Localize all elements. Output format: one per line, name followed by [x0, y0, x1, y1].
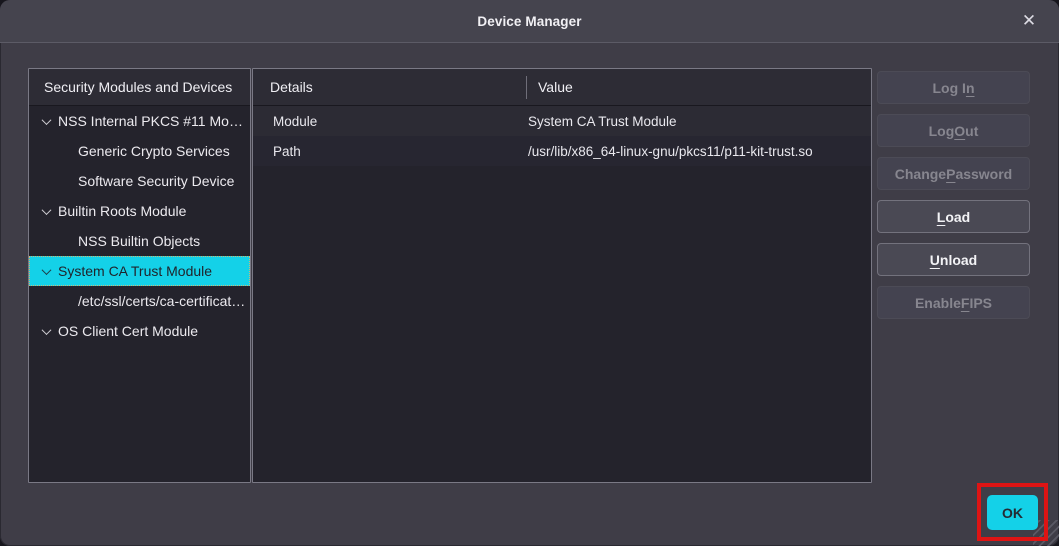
tree-item-label: Generic Crypto Services	[78, 143, 230, 159]
unload-button[interactable]: Unload	[877, 243, 1030, 276]
load-button[interactable]: Load	[877, 200, 1030, 233]
tree-item-label: Software Security Device	[78, 173, 234, 189]
chevron-down-icon	[38, 113, 54, 129]
tree-item-etc-ssl-certs[interactable]: /etc/ssl/certs/ca-certificat…	[29, 286, 250, 316]
button-accesskey: n	[966, 80, 975, 96]
titlebar: Device Manager ✕	[0, 0, 1059, 43]
button-label: Enable	[915, 295, 961, 311]
button-accesskey: L	[937, 209, 946, 225]
tree-item-builtin-roots[interactable]: Builtin Roots Module	[29, 196, 250, 226]
button-label: IPS	[969, 295, 992, 311]
details-column-headers: Details Value	[253, 69, 871, 106]
button-accesskey: F	[961, 295, 970, 311]
chevron-down-icon	[38, 203, 54, 219]
tree-item-label: System CA Trust Module	[58, 263, 212, 279]
enable-fips-button[interactable]: Enable FIPS	[877, 286, 1030, 319]
tree-header: Security Modules and Devices	[29, 69, 250, 106]
button-label: assword	[955, 166, 1012, 182]
device-manager-dialog: Device Manager ✕ Security Modules and De…	[0, 0, 1059, 546]
log-out-button[interactable]: Log Out	[877, 114, 1030, 147]
tree-item-nss-internal[interactable]: NSS Internal PKCS #11 Mod…	[29, 106, 250, 136]
ok-button[interactable]: OK	[987, 495, 1038, 530]
button-accesskey: P	[946, 166, 955, 182]
close-icon[interactable]: ✕	[1014, 6, 1044, 36]
details-panel: Details Value Module System CA Trust Mod…	[252, 68, 872, 483]
tree-item-nss-builtin-objects[interactable]: NSS Builtin Objects	[29, 226, 250, 256]
button-label: Log I	[933, 80, 966, 96]
change-password-button[interactable]: Change Password	[877, 157, 1030, 190]
detail-value: /usr/lib/x86_64-linux-gnu/pkcs11/p11-kit…	[528, 144, 813, 159]
button-label: oad	[945, 209, 970, 225]
button-accesskey: O	[954, 123, 965, 139]
tree-item-os-client-cert[interactable]: OS Client Cert Module	[29, 316, 250, 346]
button-label: ut	[965, 123, 978, 139]
tree-item-label: /etc/ssl/certs/ca-certificat…	[78, 293, 245, 309]
dialog-title: Device Manager	[0, 0, 1059, 42]
column-header-details: Details	[270, 79, 313, 95]
tree-item-generic-crypto[interactable]: Generic Crypto Services	[29, 136, 250, 166]
column-header-value: Value	[538, 69, 573, 105]
security-modules-tree: Security Modules and Devices NSS Interna…	[28, 68, 251, 483]
chevron-down-icon	[38, 323, 54, 339]
log-in-button[interactable]: Log In	[877, 71, 1030, 104]
column-divider	[526, 76, 527, 99]
tree-item-software-security[interactable]: Software Security Device	[29, 166, 250, 196]
detail-field: Path	[253, 144, 301, 159]
tree-item-label: OS Client Cert Module	[58, 323, 198, 339]
button-label: Log	[929, 123, 955, 139]
tree-item-label: NSS Builtin Objects	[78, 233, 200, 249]
detail-row-module[interactable]: Module System CA Trust Module	[253, 106, 871, 136]
tree-item-system-ca-trust[interactable]: System CA Trust Module	[29, 256, 250, 286]
detail-field: Module	[253, 114, 317, 129]
button-label: Change	[895, 166, 946, 182]
tree-item-label: NSS Internal PKCS #11 Mod…	[58, 113, 250, 129]
button-label: nload	[940, 252, 977, 268]
detail-value: System CA Trust Module	[528, 114, 677, 129]
detail-row-path[interactable]: Path /usr/lib/x86_64-linux-gnu/pkcs11/p1…	[253, 136, 871, 166]
chevron-down-icon	[38, 263, 54, 279]
button-accesskey: U	[930, 252, 940, 268]
tree-item-label: Builtin Roots Module	[58, 203, 186, 219]
